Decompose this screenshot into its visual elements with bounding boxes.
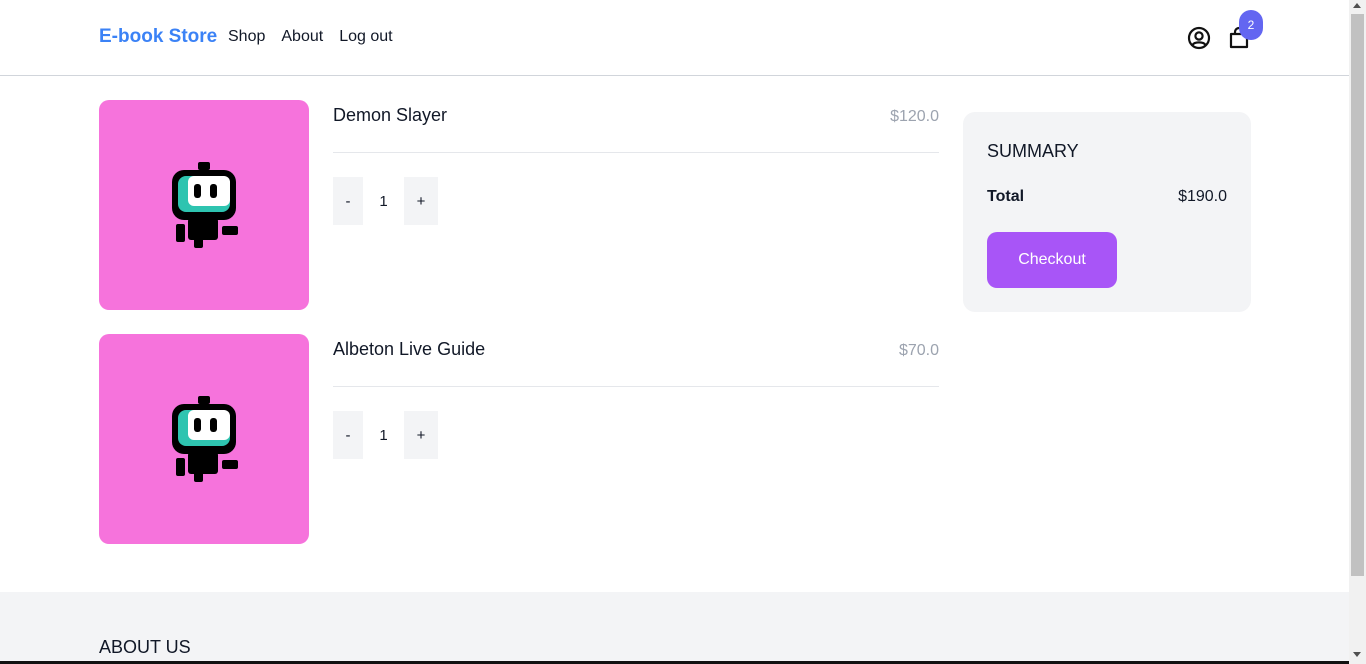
quantity-stepper: - 1 + [333, 177, 438, 225]
scrollbar-thumb[interactable] [1351, 14, 1364, 576]
item-divider [333, 152, 939, 153]
increase-quantity-button[interactable]: + [404, 411, 438, 459]
robot-icon [172, 162, 238, 248]
decrease-quantity-button[interactable]: - [333, 411, 363, 459]
total-value: $190.0 [1178, 188, 1227, 205]
site-footer: ABOUT US [0, 592, 1349, 664]
checkout-button[interactable]: Checkout [987, 232, 1117, 288]
item-divider [333, 386, 939, 387]
main-nav: Shop About Log out [228, 28, 393, 46]
account-button[interactable] [1186, 25, 1212, 51]
order-summary-panel: SUMMARY Total $190.0 Checkout [963, 112, 1251, 312]
scroll-down-arrow-icon[interactable] [1353, 652, 1361, 657]
robot-icon [172, 396, 238, 482]
scroll-up-arrow-icon[interactable] [1353, 3, 1361, 8]
summary-title: SUMMARY [987, 141, 1079, 161]
item-price: $70.0 [898, 342, 939, 359]
footer-about-title: ABOUT US [99, 637, 191, 657]
brand-logo-link[interactable]: E-book Store [99, 26, 217, 48]
user-circle-icon [1187, 26, 1211, 50]
quantity-value: 1 [379, 192, 388, 210]
quantity-value: 1 [379, 426, 388, 444]
cart-item: Albeton Live Guide $70.0 - 1 + [99, 334, 939, 544]
item-thumbnail [99, 334, 309, 544]
increase-quantity-button[interactable]: + [404, 177, 438, 225]
item-thumbnail [99, 100, 309, 310]
cart-item: Demon Slayer $120.0 - 1 + [99, 100, 939, 310]
quantity-stepper: - 1 + [333, 411, 438, 459]
item-title: Albeton Live Guide [333, 339, 486, 359]
decrease-quantity-button[interactable]: - [333, 177, 363, 225]
nav-shop-link[interactable]: Shop [228, 28, 265, 46]
site-header: E-book Store Shop About Log out [0, 0, 1349, 76]
item-title: Demon Slayer [333, 105, 448, 125]
nav-logout-link[interactable]: Log out [339, 28, 392, 46]
item-price: $120.0 [890, 108, 939, 125]
total-label: Total [987, 188, 1025, 205]
nav-about-link[interactable]: About [281, 28, 323, 46]
cart-count-badge: 2 [1239, 10, 1263, 40]
